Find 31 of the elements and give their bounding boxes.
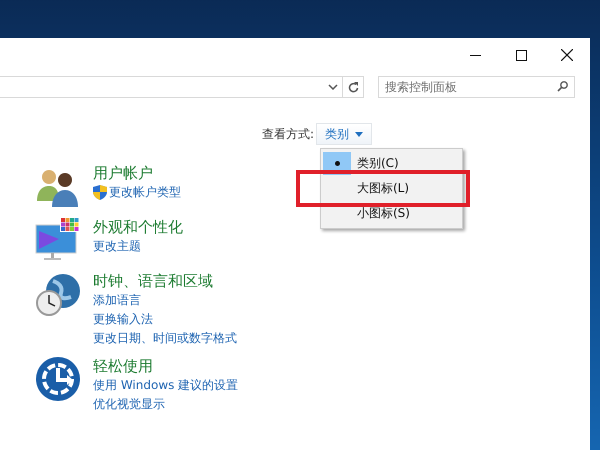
view-by-label: 查看方式: xyxy=(262,126,314,142)
search-field[interactable]: 搜索控制面板 xyxy=(378,76,575,98)
caret-icon xyxy=(355,132,364,136)
task-link[interactable]: 更改日期、时间或数字格式 xyxy=(93,329,237,348)
task-link[interactable]: 更改帐户类型 xyxy=(93,183,181,202)
maximize-icon xyxy=(516,50,526,60)
refresh-button[interactable] xyxy=(343,76,364,98)
chevron-down-icon xyxy=(328,84,338,90)
search-icon xyxy=(557,81,568,92)
task-link[interactable]: 更换输入法 xyxy=(93,310,237,329)
accessibility-icon xyxy=(35,356,81,402)
category-title-link[interactable]: 外观和个性化 xyxy=(93,217,183,237)
menu-item[interactable]: 大图标(L) xyxy=(321,176,462,201)
globe-clock-icon xyxy=(35,271,81,317)
category-title-link[interactable]: 轻松使用 xyxy=(93,356,238,376)
menu-item[interactable]: 小图标(S) xyxy=(321,201,462,226)
view-dropdown[interactable]: 类别 xyxy=(316,123,372,145)
address-field[interactable] xyxy=(0,76,343,98)
minimize-icon xyxy=(470,54,480,56)
monitor-icon xyxy=(35,217,81,263)
bullet-icon xyxy=(334,161,340,166)
close-icon xyxy=(561,49,573,61)
menu-item[interactable]: 类别(C) xyxy=(321,151,462,176)
task-link[interactable]: 使用 Windows 建议的设置 xyxy=(93,376,238,395)
refresh-icon xyxy=(348,81,358,93)
task-link[interactable]: 优化视觉显示 xyxy=(93,395,238,414)
category-title-link[interactable]: 时钟、语言和区域 xyxy=(93,271,237,291)
shield-icon xyxy=(93,185,107,200)
category-title-link[interactable]: 用户帐户 xyxy=(93,163,181,183)
task-link[interactable]: 更改主题 xyxy=(93,237,183,256)
task-link[interactable]: 添加语言 xyxy=(93,291,237,310)
